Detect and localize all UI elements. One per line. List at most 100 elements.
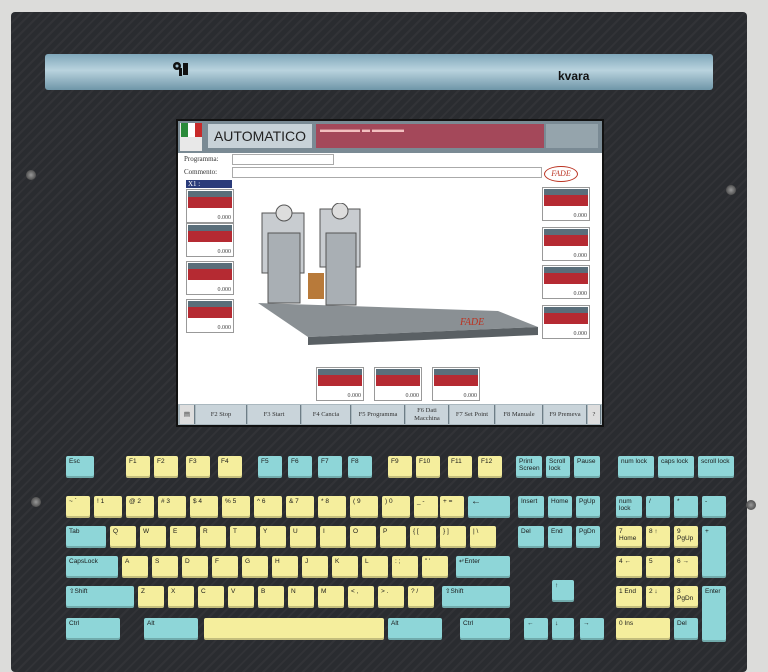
key-pause[interactable]: Pause <box>574 456 600 478</box>
key-f7[interactable]: F7 <box>318 456 342 478</box>
key-f12[interactable]: F12 <box>478 456 502 478</box>
key-num-plus[interactable]: + <box>702 526 726 578</box>
fkey-start[interactable]: F3 Start <box>248 405 301 424</box>
key-m[interactable]: M <box>318 586 344 608</box>
key-tilde[interactable]: ~ ` <box>66 496 90 518</box>
key-num-3[interactable]: 3 PgDn <box>674 586 698 608</box>
key-8[interactable]: * 8 <box>318 496 346 518</box>
fkey-premeva[interactable]: F9 Premeva <box>544 405 587 424</box>
key-bracket-right[interactable]: } ] <box>440 526 466 548</box>
key-arrow-left[interactable]: ← <box>524 618 548 640</box>
key-num-divide[interactable]: / <box>646 496 670 518</box>
fkey-stop[interactable]: F2 Stop <box>196 405 247 424</box>
key-del[interactable]: Del <box>518 526 544 548</box>
key-alt-right[interactable]: Alt <box>388 618 442 640</box>
key-arrow-right[interactable]: → <box>580 618 604 640</box>
key-3[interactable]: # 3 <box>158 496 186 518</box>
menu-icon[interactable]: ▤ <box>180 405 195 424</box>
key-print-screen[interactable]: Print Screen <box>516 456 542 478</box>
fkey-set-point[interactable]: F7 Set Point <box>450 405 495 424</box>
key-v[interactable]: V <box>228 586 254 608</box>
key-0[interactable]: ) 0 <box>382 496 410 518</box>
key-o[interactable]: O <box>350 526 376 548</box>
key-f6[interactable]: F6 <box>288 456 312 478</box>
key-comma[interactable]: < , <box>348 586 374 608</box>
fkey-cancia[interactable]: F4 Cancia <box>302 405 351 424</box>
key-j[interactable]: J <box>302 556 328 578</box>
key-enter[interactable]: ↵Enter <box>456 556 510 578</box>
key-g[interactable]: G <box>242 556 268 578</box>
key-minus[interactable]: _ - <box>414 496 438 518</box>
key-f11[interactable]: F11 <box>448 456 472 478</box>
key-capslock[interactable]: CapsLock <box>66 556 118 578</box>
key-scroll-lock[interactable]: Scroll lock <box>546 456 570 478</box>
key-f1[interactable]: F1 <box>126 456 150 478</box>
key-num-lock-led[interactable]: num lock <box>618 456 654 478</box>
key-num-del[interactable]: Del <box>674 618 698 640</box>
key-num-4[interactable]: 4 ← <box>616 556 642 578</box>
key-slash[interactable]: ? / <box>408 586 434 608</box>
key-n[interactable]: N <box>288 586 314 608</box>
key-f2[interactable]: F2 <box>154 456 178 478</box>
key-z[interactable]: Z <box>138 586 164 608</box>
key-space[interactable] <box>204 618 384 640</box>
key-4[interactable]: $ 4 <box>190 496 218 518</box>
key-backspace[interactable]: ← <box>468 496 510 518</box>
key-tab[interactable]: Tab <box>66 526 106 548</box>
key-k[interactable]: K <box>332 556 358 578</box>
key-5[interactable]: % 5 <box>222 496 250 518</box>
key-i[interactable]: I <box>320 526 346 548</box>
key-bracket-left[interactable]: { [ <box>410 526 436 548</box>
key-shift-right[interactable]: ⇧Shift <box>442 586 510 608</box>
key-s[interactable]: S <box>152 556 178 578</box>
key-num-enter[interactable]: Enter <box>702 586 726 642</box>
key-num-1[interactable]: 1 End <box>616 586 642 608</box>
key-f3[interactable]: F3 <box>186 456 210 478</box>
key-home[interactable]: Home <box>548 496 572 518</box>
key-arrow-down[interactable]: ↓ <box>552 618 574 640</box>
key-end[interactable]: End <box>548 526 572 548</box>
key-num-2[interactable]: 2 ↓ <box>646 586 670 608</box>
key-scroll-lock-led[interactable]: scroll lock <box>698 456 734 478</box>
key-7[interactable]: & 7 <box>286 496 314 518</box>
key-caps-lock-led[interactable]: caps lock <box>658 456 694 478</box>
fkey-dati-macchina[interactable]: F6 Dati Macchina <box>406 405 449 424</box>
key-l[interactable]: L <box>362 556 388 578</box>
key-ctrl-right[interactable]: Ctrl <box>460 618 510 640</box>
program-field[interactable] <box>232 154 334 165</box>
key-num-6[interactable]: 6 → <box>674 556 698 578</box>
key-9[interactable]: ( 9 <box>350 496 378 518</box>
key-pgup[interactable]: PgUp <box>576 496 600 518</box>
key-alt-left[interactable]: Alt <box>144 618 198 640</box>
help-icon[interactable]: ? <box>588 405 601 424</box>
key-backslash[interactable]: | \ <box>470 526 496 548</box>
key-num-9[interactable]: 9 PgUp <box>674 526 698 548</box>
key-1[interactable]: ! 1 <box>94 496 122 518</box>
key-e[interactable]: E <box>170 526 196 548</box>
key-num-lock[interactable]: num lock <box>616 496 642 518</box>
key-insert[interactable]: Insert <box>518 496 544 518</box>
key-w[interactable]: W <box>140 526 166 548</box>
key-num-minus[interactable]: - <box>702 496 726 518</box>
key-t[interactable]: T <box>230 526 256 548</box>
key-num-8[interactable]: 8 ↑ <box>646 526 670 548</box>
key-a[interactable]: A <box>122 556 148 578</box>
key-ctrl-left[interactable]: Ctrl <box>66 618 120 640</box>
key-6[interactable]: ^ 6 <box>254 496 282 518</box>
key-esc[interactable]: Esc <box>66 456 94 478</box>
key-2[interactable]: @ 2 <box>126 496 154 518</box>
key-y[interactable]: Y <box>260 526 286 548</box>
key-num-multiply[interactable]: * <box>674 496 698 518</box>
key-x[interactable]: X <box>168 586 194 608</box>
fkey-manuale[interactable]: F8 Manuale <box>496 405 543 424</box>
key-h[interactable]: H <box>272 556 298 578</box>
key-num-0[interactable]: 0 Ins <box>616 618 670 640</box>
key-f5[interactable]: F5 <box>258 456 282 478</box>
key-c[interactable]: C <box>198 586 224 608</box>
key-b[interactable]: B <box>258 586 284 608</box>
key-f10[interactable]: F10 <box>416 456 440 478</box>
key-quote[interactable]: " ' <box>422 556 448 578</box>
key-num-7[interactable]: 7 Home <box>616 526 642 548</box>
key-pgdn[interactable]: PgDn <box>576 526 600 548</box>
key-f[interactable]: F <box>212 556 238 578</box>
